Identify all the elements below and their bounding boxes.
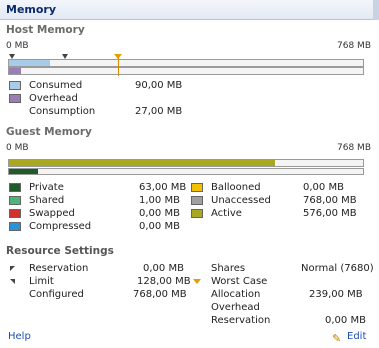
guest-right-legend-row: Unaccessed 768,00 MB xyxy=(191,195,371,207)
worst-case-label: Worst Case xyxy=(211,276,268,287)
guest-left-swatch xyxy=(9,209,21,218)
host-legend-consumed: Consumed 90,00 MB xyxy=(9,80,189,92)
worst-case-line xyxy=(118,58,119,76)
host-consumed-bar xyxy=(8,59,364,67)
consumption-value: 27,00 MB xyxy=(135,106,183,117)
limit-row: Limit 128,00 MB xyxy=(9,276,191,288)
panel-corner xyxy=(373,0,379,20)
shares-value: Normal (7680) xyxy=(301,263,374,274)
guest-axis-max: 768 MB xyxy=(337,143,371,153)
host-axis-min: 0 MB xyxy=(6,41,29,51)
guest-right-value: 576,00 MB xyxy=(303,208,357,219)
overhead-reservation-row: Reservation 0,00 MB xyxy=(191,315,371,327)
host-legend-consumption: Consumption 27,00 MB xyxy=(9,106,189,118)
configured-value: 768,00 MB xyxy=(133,289,187,300)
overhead-res-label: Overhead xyxy=(211,302,260,313)
host-axis-max: 768 MB xyxy=(337,41,371,51)
overhead-label: Overhead xyxy=(29,93,78,104)
guest-left-label: Shared xyxy=(29,195,65,206)
limit-label: Limit xyxy=(29,276,54,287)
help-link[interactable]: Help xyxy=(8,331,31,342)
guest-left-swatch xyxy=(9,196,21,205)
worst-case-row: Worst Case xyxy=(191,276,371,288)
guest-left-legend-row: Compressed 0,00 MB xyxy=(9,221,189,233)
host-legend-overhead: Overhead xyxy=(9,93,189,105)
guest-left-swatch xyxy=(9,183,21,192)
guest-right-legend-row: Active 576,00 MB xyxy=(191,208,371,220)
guest-left-legend-row: Swapped 0,00 MB xyxy=(9,208,189,220)
guest-private-bar xyxy=(8,168,364,175)
guest-memory-title: Guest Memory xyxy=(6,126,92,138)
host-overhead-fill xyxy=(9,68,22,74)
guest-active-fill xyxy=(9,160,275,166)
allocation-value: 239,00 MB xyxy=(309,289,363,300)
guest-left-label: Swapped xyxy=(29,208,75,219)
guest-left-label: Private xyxy=(29,182,64,193)
guest-right-value: 768,00 MB xyxy=(303,195,357,206)
configured-label: Configured xyxy=(29,289,84,300)
host-overhead-bar xyxy=(8,67,364,75)
consumed-swatch xyxy=(9,81,21,90)
shares-row: Shares Normal (7680) xyxy=(191,263,374,275)
reservation-value: 0,00 MB xyxy=(143,263,184,274)
allocation-row: Allocation 239,00 MB xyxy=(191,289,371,301)
panel-header: Memory xyxy=(0,0,379,20)
host-consumed-fill xyxy=(9,60,51,66)
resource-settings-title: Resource Settings xyxy=(6,245,114,257)
guest-private-fill xyxy=(9,169,39,174)
edit-icon[interactable]: ✎ xyxy=(332,332,341,345)
consumed-value: 90,00 MB xyxy=(135,80,183,91)
overhead-reservation-value: 0,00 MB xyxy=(325,315,366,326)
limit-value: 128,00 MB xyxy=(137,276,191,287)
guest-right-swatch xyxy=(191,196,203,205)
edit-link[interactable]: Edit xyxy=(347,331,366,342)
overhead-row: Overhead xyxy=(191,302,371,314)
guest-left-legend-row: Private 63,00 MB xyxy=(9,182,189,194)
guest-right-swatch xyxy=(191,209,203,218)
consumed-label: Consumed xyxy=(29,80,83,91)
guest-axis-min: 0 MB xyxy=(6,143,29,153)
configured-row: Configured 768,00 MB xyxy=(9,289,189,301)
guest-right-label: Unaccessed xyxy=(211,195,271,206)
guest-right-label: Active xyxy=(211,208,242,219)
reservation-label: Reservation xyxy=(29,263,89,274)
guest-left-label: Compressed xyxy=(29,221,92,232)
guest-left-swatch xyxy=(9,222,21,231)
guest-right-legend-row: Ballooned 0,00 MB xyxy=(191,182,371,194)
allocation-label: Allocation xyxy=(211,289,261,300)
guest-right-value: 0,00 MB xyxy=(303,182,344,193)
shares-label: Shares xyxy=(211,263,246,274)
consumption-label: Consumption xyxy=(29,106,96,117)
reservation-row: Reservation 0,00 MB xyxy=(9,263,189,275)
panel-title: Memory xyxy=(6,3,57,16)
guest-left-value: 63,00 MB xyxy=(139,182,187,193)
guest-active-bar xyxy=(8,159,364,167)
host-memory-title: Host Memory xyxy=(6,24,85,36)
guest-right-label: Ballooned xyxy=(211,182,261,193)
guest-left-value: 1,00 MB xyxy=(139,195,180,206)
guest-left-value: 0,00 MB xyxy=(139,208,180,219)
guest-right-swatch xyxy=(191,183,203,192)
guest-left-value: 0,00 MB xyxy=(139,221,180,232)
overhead-swatch xyxy=(9,94,21,103)
overhead-reservation-label: Reservation xyxy=(211,315,271,326)
guest-left-legend-row: Shared 1,00 MB xyxy=(9,195,189,207)
